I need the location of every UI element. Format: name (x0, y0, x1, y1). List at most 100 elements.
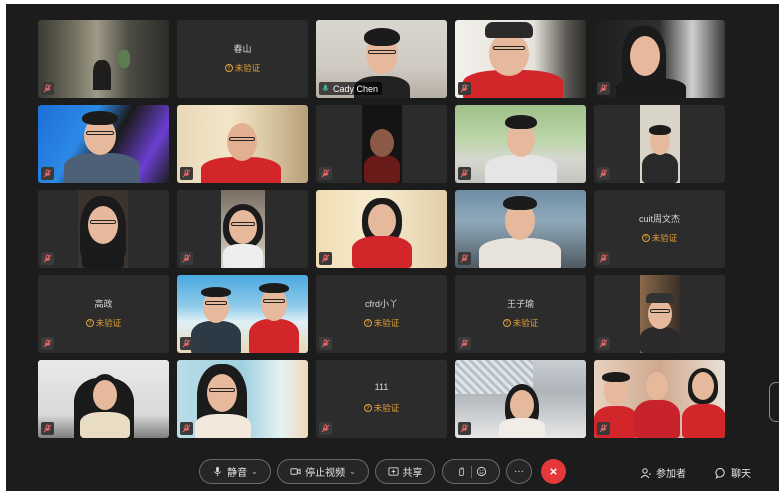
participant-tile[interactable] (455, 190, 586, 268)
mic-muted-icon (180, 337, 193, 350)
video-feed (38, 20, 169, 98)
side-panel-handle[interactable] (769, 382, 779, 422)
video-feed (594, 275, 725, 353)
mic-muted-icon (41, 252, 54, 265)
participant-name: cuit周文杰 (638, 214, 680, 224)
mute-label: 静音 (227, 468, 248, 479)
video-feed (594, 105, 725, 183)
more-options-button[interactable]: ··· (506, 459, 532, 484)
participant-tile[interactable] (594, 105, 725, 183)
chat-label: 聊天 (731, 469, 751, 480)
mic-icon (322, 84, 329, 91)
participant-tile[interactable] (38, 20, 169, 98)
participant-tile[interactable] (455, 105, 586, 183)
video-feed (455, 190, 586, 268)
participant-tile[interactable]: cuit周文杰 ? 未验证 (594, 190, 725, 268)
participant-tile[interactable] (38, 190, 169, 268)
leave-meeting-button[interactable] (541, 459, 566, 484)
mic-muted-icon (319, 422, 332, 435)
participant-name: 春山 (233, 44, 252, 54)
mic-muted-icon (458, 337, 471, 350)
stop-video-button[interactable]: 停止视频 ⌄ (277, 459, 369, 484)
video-feed (177, 105, 308, 183)
chevron-down-icon: ⌄ (349, 467, 356, 476)
video-feed (455, 105, 586, 183)
video-camera-icon (290, 468, 301, 475)
participants-label: 参加者 (656, 469, 686, 480)
video-feed (177, 275, 308, 353)
mic-muted-icon (319, 167, 332, 180)
mic-muted-icon (41, 337, 54, 350)
mic-muted-icon (180, 422, 193, 435)
mic-muted-icon (597, 252, 610, 265)
participant-tile[interactable]: 高政 ? 未验证 (38, 275, 169, 353)
mic-icon (214, 466, 222, 477)
participant-tile[interactable] (177, 360, 308, 438)
meeting-window: 春山 ? 未验证 Cady Chen cuit周文杰 ? 未验证 高政 ? 未验… (6, 4, 779, 491)
mic-muted-icon (458, 422, 471, 435)
participant-tile[interactable]: 111 ? 未验证 (316, 360, 447, 438)
video-feed (316, 105, 447, 183)
divider (470, 465, 472, 478)
participant-tile[interactable] (177, 275, 308, 353)
participants-button[interactable]: 参加者 (640, 465, 686, 480)
mute-button[interactable]: 静音 ⌄ (199, 459, 271, 484)
close-icon (550, 468, 557, 475)
share-button[interactable]: 共享 (375, 459, 435, 484)
warning-icon: ? (224, 64, 233, 72)
participant-tile[interactable] (38, 105, 169, 183)
mic-muted-icon (597, 422, 610, 435)
participant-tile[interactable] (455, 20, 586, 98)
video-feed (455, 360, 586, 438)
share-screen-icon (387, 467, 399, 476)
unverified-status: ? 未验证 (455, 317, 586, 329)
participant-tile-active-speaker[interactable]: Cady Chen (316, 20, 447, 98)
mic-muted-icon (41, 82, 54, 95)
video-feed (455, 20, 586, 98)
mic-muted-icon (458, 82, 471, 95)
mic-muted-icon (41, 167, 54, 180)
more-label: ··· (514, 466, 524, 477)
share-label: 共享 (402, 468, 423, 479)
participant-tile[interactable] (38, 360, 169, 438)
reactions-group[interactable] (442, 459, 500, 484)
unverified-status: ? 未验证 (316, 317, 447, 329)
warning-icon: ? (363, 319, 372, 327)
participant-tile[interactable] (177, 190, 308, 268)
emoji-reaction-icon (476, 466, 486, 477)
participant-tile[interactable]: 春山 ? 未验证 (177, 20, 308, 98)
participant-name: cfrd小丫 (364, 299, 398, 309)
mic-muted-icon (180, 167, 193, 180)
chevron-down-icon: ⌄ (251, 467, 258, 476)
mic-muted-icon (597, 167, 610, 180)
people-icon (640, 467, 651, 478)
participant-tile[interactable] (455, 360, 586, 438)
video-feed (38, 190, 169, 268)
participant-name: 高政 (94, 299, 113, 309)
video-feed (177, 190, 308, 268)
participant-tile[interactable]: 王子瑜 ? 未验证 (455, 275, 586, 353)
chat-button[interactable]: 聊天 (715, 465, 751, 480)
participant-tile[interactable] (594, 20, 725, 98)
raise-hand-icon (458, 467, 464, 477)
participant-tile[interactable] (594, 275, 725, 353)
participant-tile[interactable] (177, 105, 308, 183)
mic-muted-icon (458, 252, 471, 265)
participant-tile[interactable] (316, 105, 447, 183)
stop-video-label: 停止视频 (305, 468, 346, 479)
participant-tile[interactable]: cfrd小丫 ? 未验证 (316, 275, 447, 353)
mic-muted-icon (41, 422, 54, 435)
participant-tile[interactable] (316, 190, 447, 268)
mic-muted-icon (597, 82, 610, 95)
unverified-status: ? 未验证 (594, 232, 725, 244)
video-feed (38, 360, 169, 438)
mic-muted-icon (597, 337, 610, 350)
warning-icon: ? (363, 404, 372, 412)
participant-name: 王子瑜 (506, 299, 534, 309)
participant-tile[interactable] (594, 360, 725, 438)
warning-icon: ? (641, 234, 650, 242)
warning-icon: ? (502, 319, 511, 327)
unverified-status: ? 未验证 (316, 402, 447, 414)
unverified-status: ? 未验证 (38, 317, 169, 329)
participant-grid: 春山 ? 未验证 Cady Chen cuit周文杰 ? 未验证 高政 ? 未验… (38, 20, 725, 438)
